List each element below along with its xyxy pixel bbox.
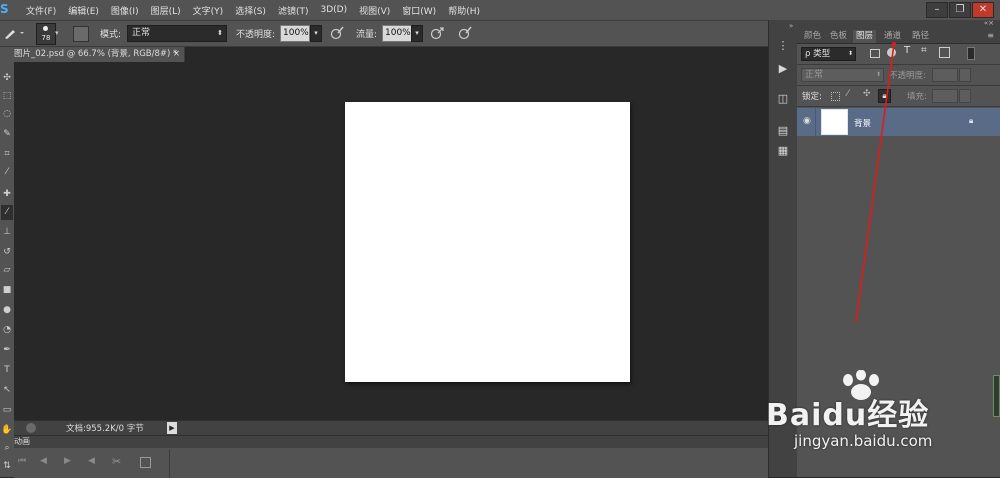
- baidu-jingyan-watermark: Baidu经验 jingyan.baidu.com: [760, 370, 1000, 460]
- watermark-title: Baidu经验: [766, 398, 930, 433]
- annotation-arrow-tip: [892, 42, 896, 46]
- watermark-url: jingyan.baidu.com: [794, 432, 933, 450]
- annotation-arrow-line: [855, 43, 895, 323]
